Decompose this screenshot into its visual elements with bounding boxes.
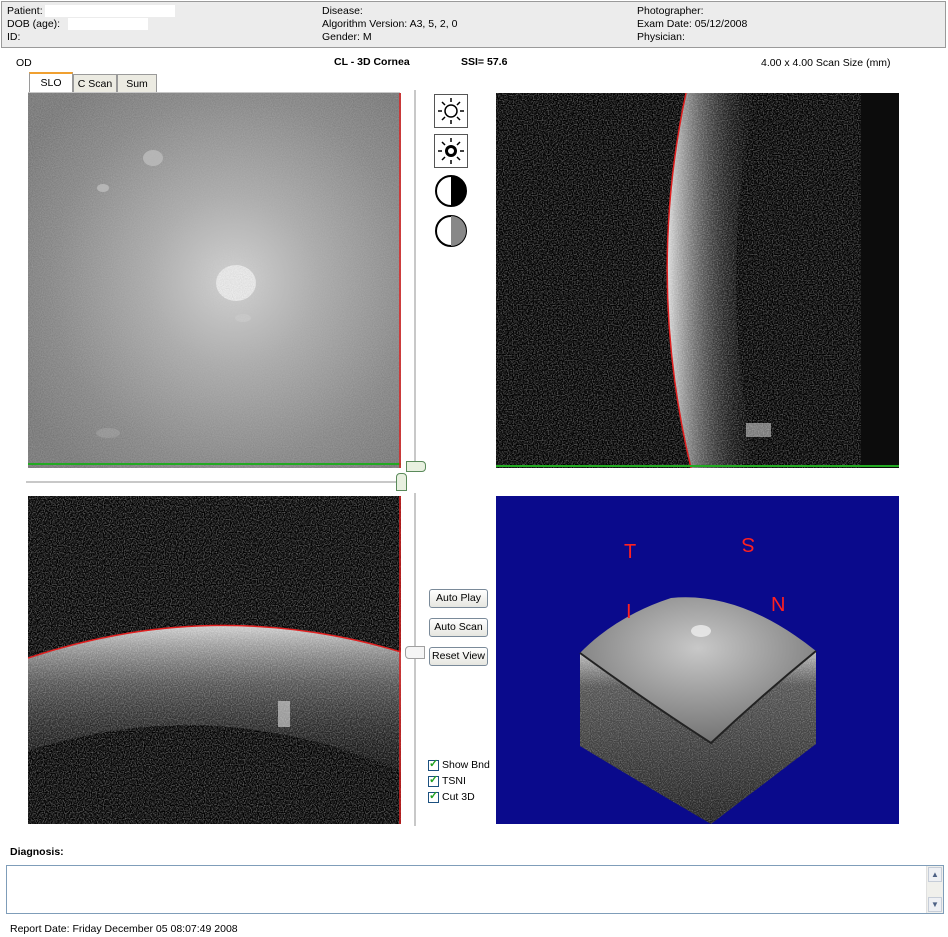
orientation-label-n: N [771,594,785,616]
patient-row: Patient: [7,5,175,18]
vertical-bscan-panel[interactable] [496,93,899,468]
diagnosis-textarea[interactable]: ▲ ▼ [6,865,944,914]
header-col-patient: Patient: DOB (age): ID: [7,5,175,44]
horizontal-slider-track[interactable] [26,481,406,484]
3d-view-panel[interactable]: T S I N [496,496,899,824]
contrast-increase-icon[interactable] [434,174,468,208]
tab-c-scan[interactable]: C Scan [73,74,117,92]
orientation-label-t: T [624,541,636,563]
slo-image [28,93,401,468]
scroll-down-icon[interactable]: ▼ [928,897,942,912]
gender-row: Gender: M [322,31,372,43]
show-bnd-check-icon[interactable] [428,758,439,771]
cut-3d-checkbox[interactable]: Cut 3D [428,790,475,805]
photographer-row: Photographer: [637,5,704,17]
diagnosis-scrollbar[interactable]: ▲ ▼ [926,866,943,913]
horizontal-slider-thumb[interactable] [396,473,407,491]
horizontal-bscan-panel[interactable] [28,496,401,824]
dob-row: DOB (age): [7,18,175,31]
id-row: ID: [7,31,21,43]
exam-date-row: Exam Date: 05/12/2008 [637,18,748,30]
scroll-up-icon[interactable]: ▲ [928,867,942,882]
tab-slo[interactable]: SLO [29,72,73,92]
physician-row: Physician: [637,31,685,43]
patient-header: Patient: DOB (age): ID: Disease: Algorit… [1,1,946,48]
vertical-bscan-image [496,93,899,468]
header-col-exam: Disease: Algorithm Version: A3, 5, 2, 0 … [322,5,457,44]
report-date: Report Date: Friday December 05 08:07:49… [10,923,238,935]
contrast-decrease-icon[interactable] [434,214,468,248]
3d-cornea-render: T S I N [496,496,899,824]
diagnosis-label: Diagnosis: [10,846,64,858]
eye-label: OD [16,57,32,69]
orientation-label-s: S [742,533,755,555]
depth-slider-track[interactable] [414,493,417,826]
algorithm-row: Algorithm Version: A3, 5, 2, 0 [322,18,458,30]
auto-scan-button[interactable]: Auto Scan [429,618,488,637]
depth-slider-thumb[interactable] [405,646,425,659]
cut-3d-check-icon[interactable] [428,790,439,803]
reset-view-button[interactable]: Reset View [429,647,488,666]
ssi-label: SSI= 57.6 [461,56,508,68]
vertical-slider-thumb[interactable] [406,461,426,472]
dob-redaction [68,18,149,30]
header-col-staff: Photographer: Exam Date: 05/12/2008 Phys… [637,5,747,44]
brightness-increase-icon[interactable] [434,94,468,128]
brightness-decrease-icon[interactable] [434,134,468,168]
protocol-label: CL - 3D Cornea [334,56,410,68]
tsni-check-icon[interactable] [428,774,439,787]
horizontal-bscan-image [28,496,401,824]
slo-image-panel[interactable] [28,93,401,468]
tsni-checkbox[interactable]: TSNI [428,774,466,789]
diagnosis-text[interactable] [7,866,943,869]
auto-play-button[interactable]: Auto Play [429,589,488,608]
vertical-slider-track[interactable] [414,90,417,468]
disease-row: Disease: [322,5,363,17]
tab-sum[interactable]: Sum [117,74,157,92]
patient-redaction [44,5,175,17]
scan-size-label: 4.00 x 4.00 Scan Size (mm) [761,57,891,69]
orientation-label-i: I [626,601,632,623]
show-bnd-checkbox[interactable]: Show Bnd [428,758,490,773]
